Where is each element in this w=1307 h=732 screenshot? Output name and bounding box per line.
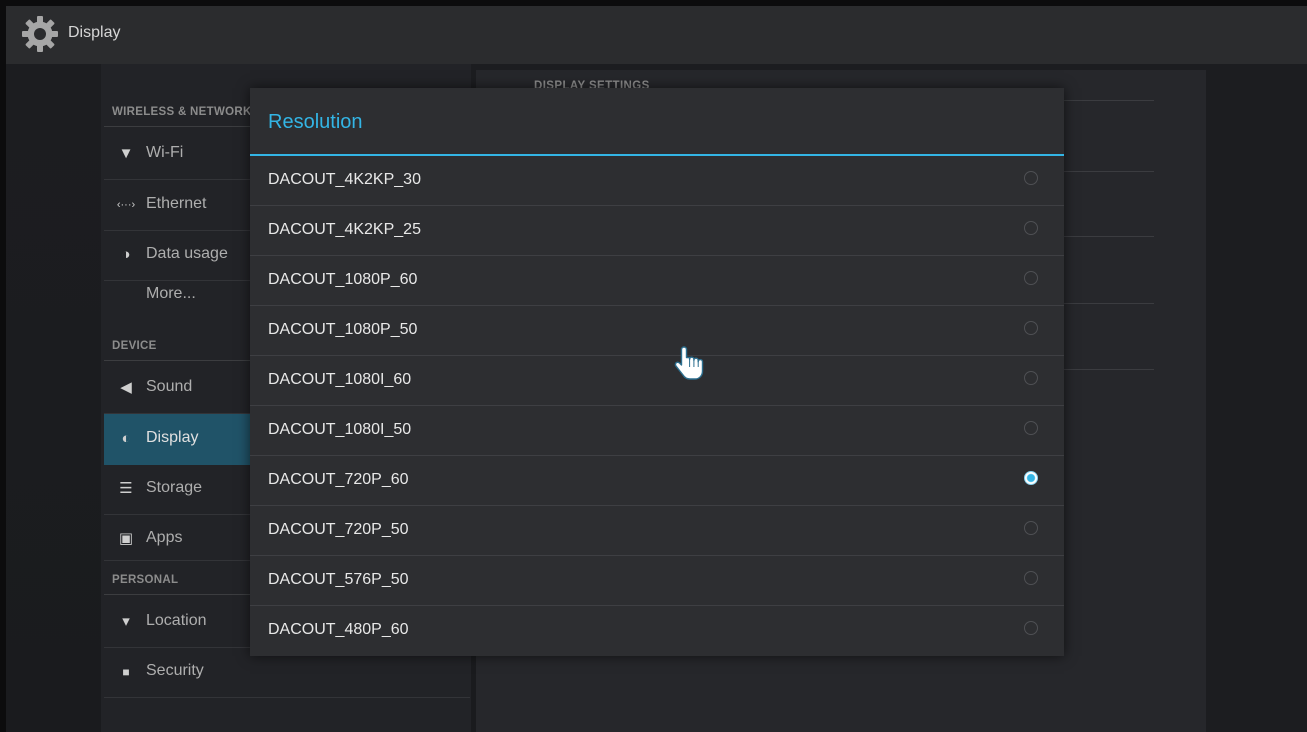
option-label: DACOUT_4K2KP_25 xyxy=(268,221,421,238)
radio-button[interactable] xyxy=(1024,421,1038,435)
dialog-title: Resolution xyxy=(268,111,363,133)
sidebar-item-label: Location xyxy=(146,612,207,629)
radio-button[interactable] xyxy=(1024,171,1038,185)
category-wireless-networks: WIRELESS & NETWORKS xyxy=(112,106,260,118)
wifi-icon: ▼ xyxy=(118,145,134,162)
sidebar-item-label: Security xyxy=(146,662,204,679)
radio-button[interactable] xyxy=(1024,371,1038,385)
resolution-option-selected[interactable]: DACOUT_720P_60 xyxy=(250,456,1064,506)
option-label: DACOUT_576P_50 xyxy=(268,571,409,588)
data-usage-icon: ◑ xyxy=(121,246,131,263)
option-label: DACOUT_1080P_60 xyxy=(268,271,418,288)
brightness-icon: ◐ xyxy=(121,430,131,447)
apps-icon: ▣ xyxy=(118,530,134,547)
storage-icon: ☰ xyxy=(119,480,133,497)
radio-button[interactable] xyxy=(1024,571,1038,585)
option-label: DACOUT_4K2KP_30 xyxy=(268,171,421,188)
category-device: DEVICE xyxy=(112,340,157,352)
resolution-option[interactable]: DACOUT_1080P_60 xyxy=(250,256,1064,306)
option-label: DACOUT_1080I_60 xyxy=(268,371,412,388)
resolution-option[interactable]: DACOUT_4K2KP_30 xyxy=(250,156,1064,206)
resolution-option[interactable]: DACOUT_1080I_50 xyxy=(250,406,1064,456)
sidebar-item-label: Display xyxy=(146,429,199,446)
category-personal: PERSONAL xyxy=(112,574,179,586)
resolution-option[interactable]: DACOUT_1080I_60 xyxy=(250,356,1064,406)
edge-pane xyxy=(1206,64,1307,732)
radio-button-checked[interactable] xyxy=(1024,471,1038,485)
resolution-option[interactable]: DACOUT_576P_50 xyxy=(250,556,1064,606)
gear-icon[interactable] xyxy=(20,14,60,54)
sidebar-item-label: Data usage xyxy=(146,245,228,262)
hand-cursor-icon xyxy=(674,346,704,380)
sidebar-item-label: Wi-Fi xyxy=(146,144,184,161)
option-label: DACOUT_720P_60 xyxy=(268,471,409,488)
sidebar-item-label: Sound xyxy=(146,378,193,395)
resolution-dialog: Resolution DACOUT_4K2KP_30 DACOUT_4K2KP_… xyxy=(250,88,1064,656)
option-label: DACOUT_480P_60 xyxy=(268,621,409,638)
resolution-option[interactable]: DACOUT_4K2KP_25 xyxy=(250,206,1064,256)
sidebar-item-label: Apps xyxy=(146,529,183,546)
sidebar-item-label: More... xyxy=(146,285,196,302)
radio-button[interactable] xyxy=(1024,321,1038,335)
screen: Display WIRELESS & NETWORKS ▼ Wi-Fi ‹···… xyxy=(6,6,1307,732)
radio-button[interactable] xyxy=(1024,521,1038,535)
lock-icon: ■ xyxy=(122,665,130,679)
ethernet-icon: ‹···› xyxy=(116,199,136,211)
radio-button[interactable] xyxy=(1024,271,1038,285)
radio-button[interactable] xyxy=(1024,621,1038,635)
option-label: DACOUT_720P_50 xyxy=(268,521,409,538)
option-label: DACOUT_1080I_50 xyxy=(268,421,412,438)
option-label: DACOUT_1080P_50 xyxy=(268,321,418,338)
sidebar-item-display[interactable]: ◐ Display xyxy=(104,414,250,465)
action-bar: Display xyxy=(6,6,1307,64)
sidebar-item-label: Storage xyxy=(146,479,203,496)
resolution-option[interactable]: DACOUT_480P_60 xyxy=(250,606,1064,655)
location-pin-icon: ▾ xyxy=(122,613,130,630)
sidebar-item-label: Ethernet xyxy=(146,195,207,212)
resolution-option[interactable]: DACOUT_1080P_50 xyxy=(250,306,1064,356)
speaker-icon: ◀ xyxy=(120,379,132,396)
radio-button[interactable] xyxy=(1024,221,1038,235)
action-bar-title: Display xyxy=(68,24,121,41)
resolution-option[interactable]: DACOUT_720P_50 xyxy=(250,506,1064,556)
